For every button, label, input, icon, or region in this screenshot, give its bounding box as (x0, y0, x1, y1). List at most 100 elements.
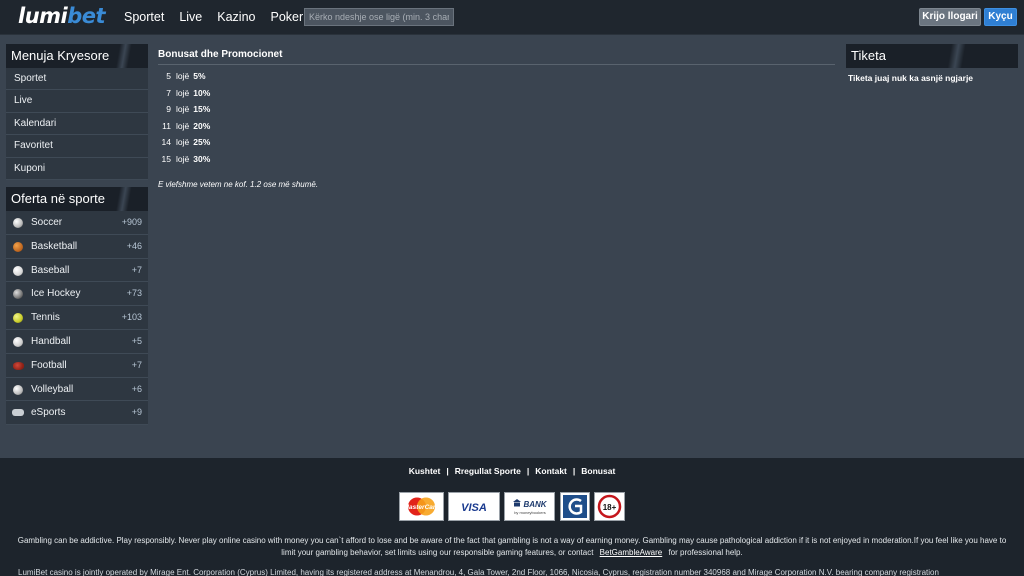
disclaimer-text: Gambling can be addictive. Play responsi… (17, 536, 1007, 557)
main-menu: Sportet Live Kalendari Favoritet Kuponi (6, 68, 148, 180)
sports-menu: Soccer +909 Basketball +46 Baseball +7 I… (6, 211, 148, 426)
baseball-icon (13, 265, 23, 276)
gamcare-logo (560, 492, 590, 521)
sport-item-esports[interactable]: eSports +9 (6, 401, 148, 426)
bonus-unit: lojë (176, 154, 190, 164)
betgambleaware-link[interactable]: BetGambleAware (600, 548, 663, 557)
footer-links: Kushtet | Rregullat Sporte | Kontakt | Bonusat (0, 466, 1024, 476)
ticket-header: Tiketa (846, 44, 1018, 68)
bonus-row: 7 lojë 10% (158, 88, 210, 104)
sport-item-ice-hockey[interactable]: Ice Hockey +73 (6, 282, 148, 307)
sport-count: +9 (131, 407, 142, 418)
bonus-games: 5 (166, 71, 171, 81)
football-icon (13, 361, 24, 370)
sport-item-handball[interactable]: Handball +5 (6, 329, 148, 354)
bonus-games: 7 (166, 88, 171, 98)
logo-accent-text: bet (67, 4, 106, 28)
bonus-row: 5 lojë 5% (158, 71, 206, 87)
sport-count: +46 (126, 240, 142, 251)
sport-count: +5 (131, 335, 142, 346)
sport-item-baseball[interactable]: Baseball +7 (6, 258, 148, 283)
logo-text: lumi (18, 4, 68, 28)
page-title: Bonusat dhe Promocionet (158, 49, 835, 65)
footer-link-bonusat[interactable]: Bonusat (581, 466, 615, 476)
sport-label: Football (31, 359, 67, 371)
bonus-row: 15 lojë 30% (158, 154, 211, 170)
age-text: 18+ (603, 503, 617, 512)
sport-count: +7 (131, 359, 142, 370)
bonus-games: 11 (162, 121, 171, 131)
sport-item-basketball[interactable]: Basketball +46 (6, 234, 148, 259)
main-menu-header: Menuja Kryesore (6, 44, 148, 68)
footer-link-rregullat-sporte[interactable]: Rregullat Sporte (455, 466, 521, 476)
menu-item-kalendari[interactable]: Kalendari (6, 112, 148, 136)
bonus-percent: 20% (193, 121, 211, 131)
nav-poker[interactable]: Poker (270, 10, 303, 24)
login-button[interactable]: Kyçu (984, 8, 1017, 26)
sport-label: Baseball (31, 264, 70, 276)
menu-item-live[interactable]: Live (6, 90, 148, 113)
bonus-unit: lojë (176, 88, 190, 98)
sport-count: +73 (126, 288, 142, 299)
bonus-row: 14 lojë 25% (158, 137, 211, 153)
legal-text: LumiBet casino is jointly operated by Mi… (18, 568, 939, 576)
sports-menu-header: Oferta në sporte (6, 187, 148, 211)
bonus-unit: lojë (176, 104, 190, 114)
visa-logo: VISA (448, 492, 500, 521)
ticket-empty-message: Tiketa juaj nuk ka asnjë ngjarje (848, 73, 974, 83)
menu-item-favoritet[interactable]: Favoritet (6, 135, 148, 158)
footer: Kushtet | Rregullat Sporte | Kontakt | Bonusat… (0, 458, 1024, 576)
gamepad-icon (12, 409, 24, 417)
footer-separator: | (526, 466, 530, 476)
bonus-games: 15 (161, 154, 171, 164)
sport-count: +909 (121, 217, 142, 227)
age-restriction-logo: 18+ (594, 492, 625, 521)
handball-icon (13, 336, 23, 347)
sport-count: +6 (131, 383, 142, 394)
sport-label: eSports (31, 407, 66, 419)
sport-label: Ice Hockey (31, 288, 81, 300)
top-header: lumibet Sportet Live Kazino Poker Krijo … (0, 0, 1024, 35)
bonus-percent: 5% (193, 71, 206, 81)
bonus-percent: 30% (193, 154, 211, 164)
footer-link-kushtet[interactable]: Kushtet (409, 466, 441, 476)
responsible-gambling-disclaimer: Gambling can be addictive. Play responsi… (14, 535, 1010, 559)
bonus-percent: 25% (193, 137, 211, 147)
bonus-unit: lojë (176, 137, 190, 147)
sport-count: +7 (131, 264, 142, 275)
sport-label: Tennis (31, 312, 60, 324)
search-input[interactable] (304, 8, 454, 26)
soccer-icon (13, 218, 23, 228)
sport-count: +103 (121, 312, 142, 323)
nav-sportet[interactable]: Sportet (124, 10, 164, 24)
bonus-row: 11 lojë 20% (158, 121, 210, 137)
bank-text: BANK (523, 500, 547, 509)
sport-label: Soccer (31, 217, 63, 228)
bonus-row: 9 lojë 15% (158, 104, 210, 120)
nav-live[interactable]: Live (179, 10, 202, 24)
bank-sub-text: by moneybookers (514, 510, 546, 515)
footer-separator: | (446, 466, 449, 476)
ice-hockey-icon (13, 289, 23, 300)
mastercard-text: MasterCard (404, 504, 441, 511)
register-button[interactable]: Krijo llogari (919, 8, 981, 26)
basketball-icon (13, 241, 23, 252)
disclaimer-text-end: for professional help. (668, 548, 743, 557)
sport-item-soccer[interactable]: Soccer +909 (6, 211, 148, 235)
mastercard-logo: MasterCard (399, 492, 444, 521)
visa-text: VISA (461, 502, 487, 514)
menu-item-kuponi[interactable]: Kuponi (6, 157, 148, 180)
sport-item-football[interactable]: Football +7 (6, 353, 148, 378)
footer-link-kontakt[interactable]: Kontakt (535, 466, 567, 476)
bonus-unit: lojë (176, 71, 190, 81)
menu-item-sportet[interactable]: Sportet (6, 68, 148, 91)
main-nav: Sportet Live Kazino Poker (124, 10, 303, 24)
bank-logo: BANK by moneybookers (504, 492, 555, 521)
sport-item-tennis[interactable]: Tennis +103 (6, 306, 148, 330)
nav-kazino[interactable]: Kazino (217, 10, 255, 24)
bonus-games: 9 (166, 104, 171, 114)
bonus-note: E vlefshme vetem ne kof. 1.2 ose më shum… (158, 180, 319, 189)
sport-label: Volleyball (31, 383, 74, 395)
lumibet-logo[interactable]: lumibet (18, 4, 106, 28)
sport-item-volleyball[interactable]: Volleyball +6 (6, 377, 148, 402)
